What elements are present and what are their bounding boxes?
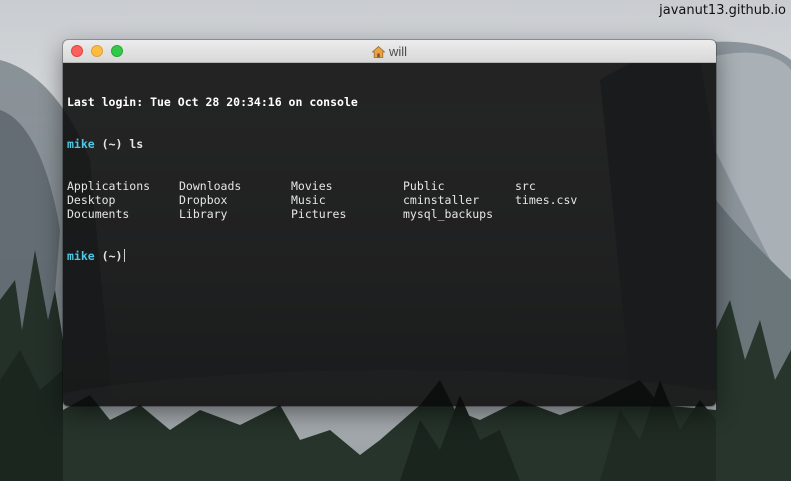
terminal-window[interactable]: will Last login: Tue Oct 28 20:34:16 on … xyxy=(63,40,716,406)
list-item: Dropbox xyxy=(179,193,228,207)
text-cursor xyxy=(124,249,126,262)
command-text: ls xyxy=(129,137,144,151)
list-item: Desktop xyxy=(67,193,116,207)
window-title: will xyxy=(63,44,716,61)
list-item: Music xyxy=(291,193,326,207)
prompt-line-active[interactable]: mike (~) xyxy=(67,249,712,263)
list-item: Applications xyxy=(67,179,151,193)
window-title-text: will xyxy=(388,44,408,59)
list-item: mysql_backups xyxy=(403,207,494,221)
last-login-line: Last login: Tue Oct 28 20:34:16 on conso… xyxy=(67,95,358,109)
window-titlebar[interactable]: will xyxy=(63,40,716,63)
watermark-text: javanut13.github.io xyxy=(659,3,786,18)
ls-output: Applications Downloads Movies Public src… xyxy=(67,179,712,221)
prompt-dir: (~) xyxy=(101,249,123,263)
prompt-dir: (~) xyxy=(101,137,123,151)
list-item: Public xyxy=(403,179,445,193)
prompt-user: mike xyxy=(67,137,95,151)
prompt-user: mike xyxy=(67,249,95,263)
list-item: cminstaller xyxy=(403,193,480,207)
list-item: src xyxy=(515,179,536,193)
home-icon xyxy=(371,45,386,61)
list-item: Documents xyxy=(67,207,130,221)
list-item: Downloads xyxy=(179,179,242,193)
list-item: Pictures xyxy=(291,207,347,221)
list-item: Library xyxy=(179,207,228,221)
terminal-content[interactable]: Last login: Tue Oct 28 20:34:16 on conso… xyxy=(63,63,716,406)
list-item xyxy=(515,207,627,221)
prompt-line: mike (~) ls xyxy=(67,137,712,151)
list-item: times.csv xyxy=(515,193,578,207)
list-item: Movies xyxy=(291,179,333,193)
